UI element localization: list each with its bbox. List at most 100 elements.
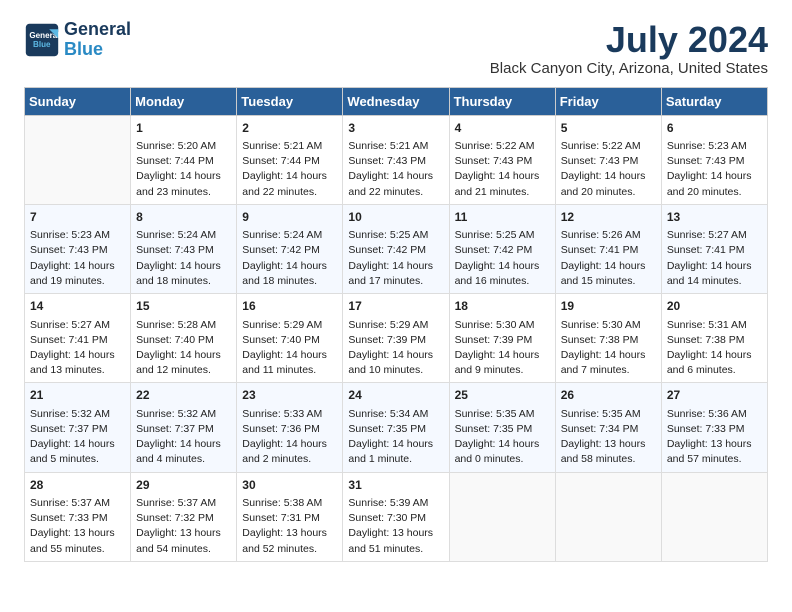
day-number: 13 (667, 209, 762, 226)
day-info: Sunrise: 5:22 AM Sunset: 7:43 PM Dayligh… (561, 139, 656, 200)
calendar-cell: 16 Sunrise: 5:29 AM Sunset: 7:40 PM Dayli… (237, 294, 343, 383)
col-header-tuesday: Tuesday (237, 87, 343, 115)
day-info: Sunrise: 5:25 AM Sunset: 7:42 PM Dayligh… (348, 228, 443, 289)
svg-text:Blue: Blue (33, 40, 51, 49)
calendar-cell: 29 Sunrise: 5:37 AM Sunset: 7:32 PM Dayli… (131, 472, 237, 561)
day-info: Sunrise: 5:24 AM Sunset: 7:43 PM Dayligh… (136, 228, 231, 289)
calendar-cell: 20 Sunrise: 5:31 AM Sunset: 7:38 PM Dayli… (661, 294, 767, 383)
day-number: 1 (136, 120, 231, 137)
day-info: Sunrise: 5:23 AM Sunset: 7:43 PM Dayligh… (667, 139, 762, 200)
day-info: Sunrise: 5:26 AM Sunset: 7:41 PM Dayligh… (561, 228, 656, 289)
calendar-cell: 4 Sunrise: 5:22 AM Sunset: 7:43 PM Daylig… (449, 115, 555, 204)
calendar-cell: 23 Sunrise: 5:33 AM Sunset: 7:36 PM Dayli… (237, 383, 343, 472)
calendar-cell: 7 Sunrise: 5:23 AM Sunset: 7:43 PM Daylig… (25, 204, 131, 293)
day-number: 28 (30, 477, 125, 494)
day-info: Sunrise: 5:27 AM Sunset: 7:41 PM Dayligh… (667, 228, 762, 289)
day-number: 14 (30, 298, 125, 315)
calendar-header-row: SundayMondayTuesdayWednesdayThursdayFrid… (25, 87, 768, 115)
day-number: 2 (242, 120, 337, 137)
day-info: Sunrise: 5:30 AM Sunset: 7:38 PM Dayligh… (561, 318, 656, 379)
calendar-cell: 26Sunrise: 5:35 AM Sunset: 7:34 PM Dayli… (555, 383, 661, 472)
day-number: 9 (242, 209, 337, 226)
calendar-cell: 27 Sunrise: 5:36 AM Sunset: 7:33 PM Dayli… (661, 383, 767, 472)
day-info: Sunrise: 5:35 AM Sunset: 7:34 PM Dayligh… (561, 407, 656, 468)
calendar-week-row: 28Sunrise: 5:37 AM Sunset: 7:33 PM Dayli… (25, 472, 768, 561)
day-number: 3 (348, 120, 443, 137)
day-number: 6 (667, 120, 762, 137)
col-header-thursday: Thursday (449, 87, 555, 115)
calendar-cell: 1 Sunrise: 5:20 AM Sunset: 7:44 PM Daylig… (131, 115, 237, 204)
day-info: Sunrise: 5:36 AM Sunset: 7:33 PM Dayligh… (667, 407, 762, 468)
calendar-cell: 12 Sunrise: 5:26 AM Sunset: 7:41 PM Dayli… (555, 204, 661, 293)
day-number: 23 (242, 387, 337, 404)
calendar-cell: 21 Sunrise: 5:32 AM Sunset: 7:37 PM Dayli… (25, 383, 131, 472)
day-info: Sunrise: 5:32 AM Sunset: 7:37 PM Dayligh… (136, 407, 231, 468)
calendar-cell (449, 472, 555, 561)
calendar-cell: 14Sunrise: 5:27 AM Sunset: 7:41 PM Dayli… (25, 294, 131, 383)
calendar-cell: 10 Sunrise: 5:25 AM Sunset: 7:42 PM Dayli… (343, 204, 449, 293)
calendar-cell: 31 Sunrise: 5:39 AM Sunset: 7:30 PM Dayli… (343, 472, 449, 561)
day-info: Sunrise: 5:25 AM Sunset: 7:42 PM Dayligh… (455, 228, 550, 289)
calendar-cell: 18Sunrise: 5:30 AM Sunset: 7:39 PM Dayli… (449, 294, 555, 383)
day-number: 4 (455, 120, 550, 137)
day-info: Sunrise: 5:38 AM Sunset: 7:31 PM Dayligh… (242, 496, 337, 557)
calendar-cell: 13 Sunrise: 5:27 AM Sunset: 7:41 PM Dayli… (661, 204, 767, 293)
day-info: Sunrise: 5:29 AM Sunset: 7:40 PM Dayligh… (242, 318, 337, 379)
day-number: 17 (348, 298, 443, 315)
calendar-cell: 25 Sunrise: 5:35 AM Sunset: 7:35 PM Dayli… (449, 383, 555, 472)
logo: General Blue General Blue (24, 20, 131, 60)
calendar-week-row: 1 Sunrise: 5:20 AM Sunset: 7:44 PM Daylig… (25, 115, 768, 204)
calendar-cell: 6 Sunrise: 5:23 AM Sunset: 7:43 PM Daylig… (661, 115, 767, 204)
col-header-wednesday: Wednesday (343, 87, 449, 115)
calendar-week-row: 7 Sunrise: 5:23 AM Sunset: 7:43 PM Daylig… (25, 204, 768, 293)
calendar-cell: 17Sunrise: 5:29 AM Sunset: 7:39 PM Dayli… (343, 294, 449, 383)
day-number: 30 (242, 477, 337, 494)
day-number: 10 (348, 209, 443, 226)
day-info: Sunrise: 5:22 AM Sunset: 7:43 PM Dayligh… (455, 139, 550, 200)
day-number: 16 (242, 298, 337, 315)
day-number: 11 (455, 209, 550, 226)
calendar-cell: 5 Sunrise: 5:22 AM Sunset: 7:43 PM Daylig… (555, 115, 661, 204)
day-info: Sunrise: 5:20 AM Sunset: 7:44 PM Dayligh… (136, 139, 231, 200)
calendar-cell (555, 472, 661, 561)
day-info: Sunrise: 5:21 AM Sunset: 7:43 PM Dayligh… (348, 139, 443, 200)
calendar-cell: 15Sunrise: 5:28 AM Sunset: 7:40 PM Dayli… (131, 294, 237, 383)
day-number: 18 (455, 298, 550, 315)
day-number: 7 (30, 209, 125, 226)
calendar-cell: 8Sunrise: 5:24 AM Sunset: 7:43 PM Daylig… (131, 204, 237, 293)
calendar-cell: 30 Sunrise: 5:38 AM Sunset: 7:31 PM Dayli… (237, 472, 343, 561)
day-info: Sunrise: 5:23 AM Sunset: 7:43 PM Dayligh… (30, 228, 125, 289)
day-number: 15 (136, 298, 231, 315)
day-info: Sunrise: 5:34 AM Sunset: 7:35 PM Dayligh… (348, 407, 443, 468)
day-info: Sunrise: 5:31 AM Sunset: 7:38 PM Dayligh… (667, 318, 762, 379)
calendar-week-row: 14Sunrise: 5:27 AM Sunset: 7:41 PM Dayli… (25, 294, 768, 383)
day-number: 25 (455, 387, 550, 404)
day-info: Sunrise: 5:33 AM Sunset: 7:36 PM Dayligh… (242, 407, 337, 468)
calendar-cell: 19 Sunrise: 5:30 AM Sunset: 7:38 PM Dayli… (555, 294, 661, 383)
calendar-cell: 11 Sunrise: 5:25 AM Sunset: 7:42 PM Dayli… (449, 204, 555, 293)
day-number: 22 (136, 387, 231, 404)
calendar-cell (661, 472, 767, 561)
day-info: Sunrise: 5:32 AM Sunset: 7:37 PM Dayligh… (30, 407, 125, 468)
day-number: 24 (348, 387, 443, 404)
month-year-title: July 2024 (490, 20, 768, 60)
calendar-cell: 22 Sunrise: 5:32 AM Sunset: 7:37 PM Dayli… (131, 383, 237, 472)
day-number: 19 (561, 298, 656, 315)
logo-text: General Blue (64, 20, 131, 60)
calendar-cell (25, 115, 131, 204)
day-number: 5 (561, 120, 656, 137)
day-info: Sunrise: 5:35 AM Sunset: 7:35 PM Dayligh… (455, 407, 550, 468)
calendar-cell: 2Sunrise: 5:21 AM Sunset: 7:44 PM Daylig… (237, 115, 343, 204)
calendar-table: SundayMondayTuesdayWednesdayThursdayFrid… (24, 87, 768, 562)
day-number: 27 (667, 387, 762, 404)
day-info: Sunrise: 5:39 AM Sunset: 7:30 PM Dayligh… (348, 496, 443, 557)
col-header-sunday: Sunday (25, 87, 131, 115)
day-number: 12 (561, 209, 656, 226)
day-info: Sunrise: 5:37 AM Sunset: 7:32 PM Dayligh… (136, 496, 231, 557)
day-number: 31 (348, 477, 443, 494)
day-number: 20 (667, 298, 762, 315)
day-number: 29 (136, 477, 231, 494)
location-subtitle: Black Canyon City, Arizona, United State… (490, 60, 768, 77)
day-number: 21 (30, 387, 125, 404)
calendar-week-row: 21 Sunrise: 5:32 AM Sunset: 7:37 PM Dayli… (25, 383, 768, 472)
